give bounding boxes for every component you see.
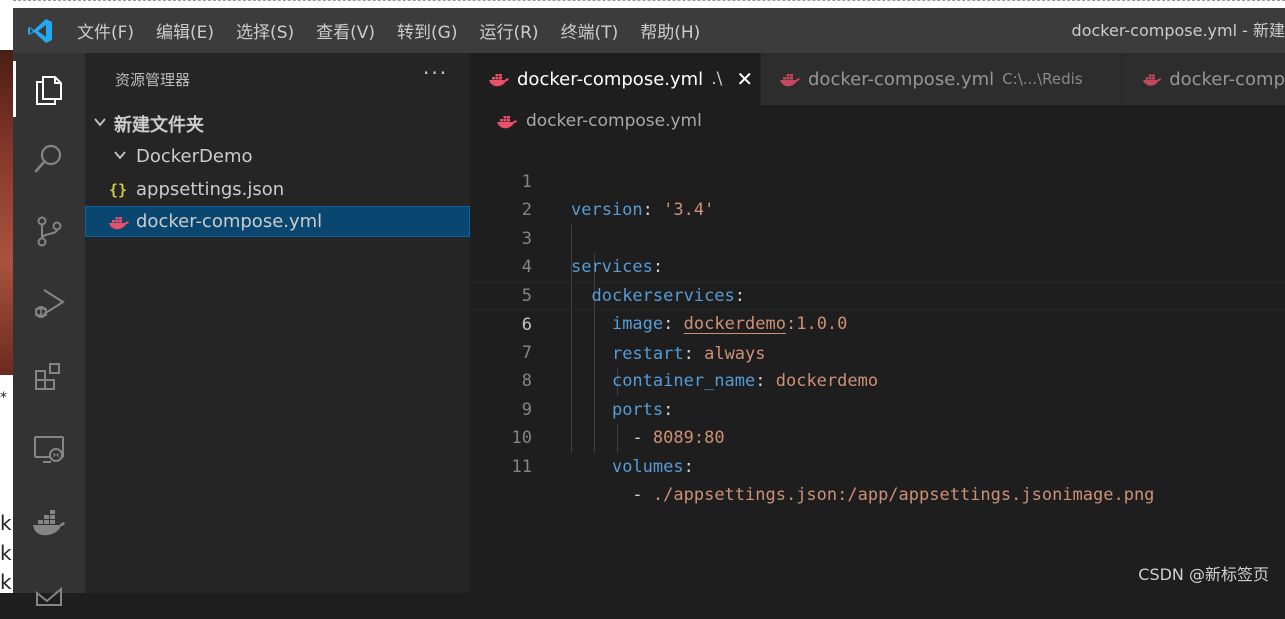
- breadcrumb[interactable]: docker-compose.yml: [496, 111, 702, 131]
- editor-area: docker-compose.yml .\ ✕ docker-compose.y…: [470, 53, 1285, 593]
- code-line: 10 volumes:: [470, 396, 1285, 477]
- code-line: 2: [470, 168, 1285, 220]
- menu-file[interactable]: 文件(F): [77, 18, 134, 43]
- activity-bar: [13, 53, 85, 606]
- extensions-icon: [35, 363, 60, 390]
- source-control-icon: [37, 216, 62, 247]
- code-line: 5 image: dockerdemo:1.0.0: [470, 253, 1285, 335]
- tree-folder-dockerdemo[interactable]: DockerDemo: [85, 141, 470, 172]
- title-bar: 文件(F) 编辑(E) 选择(S) 查看(V) 转到(G) 运行(R) 终端(T…: [13, 8, 1285, 53]
- folder-label: 新建文件夹: [114, 114, 204, 136]
- explorer-icon: [36, 76, 62, 105]
- close-icon[interactable]: ✕: [736, 67, 753, 91]
- azure-icon: [36, 586, 62, 606]
- docker-file-icon: [1142, 74, 1162, 86]
- code-line: 11 - ./appsettings.json:/app/appsettings…: [470, 424, 1285, 506]
- remote-explorer-icon: [34, 436, 64, 463]
- tree-file-appsettings[interactable]: {} appsettings.json: [85, 174, 470, 205]
- vscode-logo-icon: [28, 19, 52, 43]
- background-window: * k k k: [0, 0, 13, 593]
- tab-docker-compose-third[interactable]: docker-comp: [1122, 53, 1285, 105]
- code-line-current: 6 restart: always: [470, 281, 1285, 364]
- code-line: 1 version: '3.4': [470, 139, 1285, 221]
- code-line: 3 services:: [470, 196, 1285, 278]
- run-debug-icon: [35, 289, 65, 318]
- explorer-sidebar: 资源管理器 ··· 新建文件夹 DockerDemo {} appsetting…: [85, 53, 470, 593]
- docker-file-icon: [489, 74, 509, 87]
- code-line: 8 ports:: [470, 339, 1285, 420]
- background-image: [0, 50, 13, 375]
- tab-description: C:\...\Redis: [1002, 70, 1083, 88]
- tab-docker-compose-active[interactable]: docker-compose.yml .\ ✕: [470, 53, 760, 105]
- tab-label: docker-comp: [1169, 68, 1285, 90]
- background-text: k: [0, 570, 12, 594]
- remote-explorer-button[interactable]: [13, 421, 85, 477]
- menu-selection[interactable]: 选择(S): [236, 18, 294, 43]
- chevron-down-icon: [111, 148, 129, 166]
- menu-run[interactable]: 运行(R): [479, 18, 538, 43]
- json-file-icon: {}: [109, 180, 128, 199]
- menu-help[interactable]: 帮助(H): [640, 18, 700, 43]
- tree-folder-root[interactable]: 新建文件夹: [85, 108, 470, 139]
- tab-description: .\: [711, 69, 723, 89]
- menu-go[interactable]: 转到(G): [397, 18, 457, 43]
- tab-docker-compose-redis[interactable]: docker-compose.yml C:\...\Redis: [761, 53, 1121, 105]
- chevron-down-icon: [91, 115, 109, 133]
- folder-label: DockerDemo: [136, 146, 253, 167]
- run-debug-button[interactable]: [13, 275, 85, 331]
- yaml-key: volumes: [611, 456, 684, 477]
- docker-file-icon: [780, 74, 800, 87]
- menu-bar: 文件(F) 编辑(E) 选择(S) 查看(V) 转到(G) 运行(R) 终端(T…: [77, 8, 722, 53]
- menu-terminal[interactable]: 终端(T): [561, 18, 619, 43]
- window-title: docker-compose.yml - 新建: [1071, 21, 1285, 40]
- menu-edit[interactable]: 编辑(E): [156, 18, 214, 43]
- search-icon: [34, 144, 62, 173]
- tree-file-docker-compose[interactable]: docker-compose.yml: [85, 206, 470, 237]
- search-button[interactable]: [13, 131, 85, 187]
- watermark: CSDN @新标签页: [1138, 565, 1269, 584]
- tab-bar: docker-compose.yml .\ ✕ docker-compose.y…: [470, 53, 1285, 105]
- breadcrumb-file: docker-compose.yml: [526, 111, 702, 131]
- line-number: 11: [511, 456, 532, 477]
- background-text: k: [0, 511, 12, 535]
- tab-label: docker-compose.yml: [517, 68, 704, 90]
- docker-button[interactable]: [13, 495, 85, 551]
- azure-button[interactable]: [13, 563, 85, 619]
- extensions-button[interactable]: [13, 349, 85, 405]
- code-line: 9 - 8089:80: [470, 367, 1285, 449]
- yaml-value: ./appsettings.json:/app/appsettings.json…: [652, 485, 1155, 505]
- more-actions-button[interactable]: ···: [423, 61, 448, 85]
- docker-file-icon: [107, 214, 131, 230]
- file-label: docker-compose.yml: [136, 211, 323, 232]
- background-text: k: [0, 541, 12, 565]
- menu-view[interactable]: 查看(V): [316, 18, 375, 43]
- tab-label: docker-compose.yml: [808, 68, 995, 90]
- source-control-button[interactable]: [13, 203, 85, 259]
- sidebar-title: 资源管理器: [115, 71, 191, 89]
- background-text: *: [0, 390, 7, 406]
- file-label: appsettings.json: [136, 179, 285, 200]
- code-line: 7 container_name: dockerdemo: [470, 310, 1285, 392]
- selection-border: [13, 0, 1285, 8]
- docker-file-icon: [497, 116, 517, 129]
- explorer-button[interactable]: [13, 61, 85, 117]
- code-line: 4 dockerservices:: [470, 225, 1285, 306]
- docker-icon: [33, 510, 65, 536]
